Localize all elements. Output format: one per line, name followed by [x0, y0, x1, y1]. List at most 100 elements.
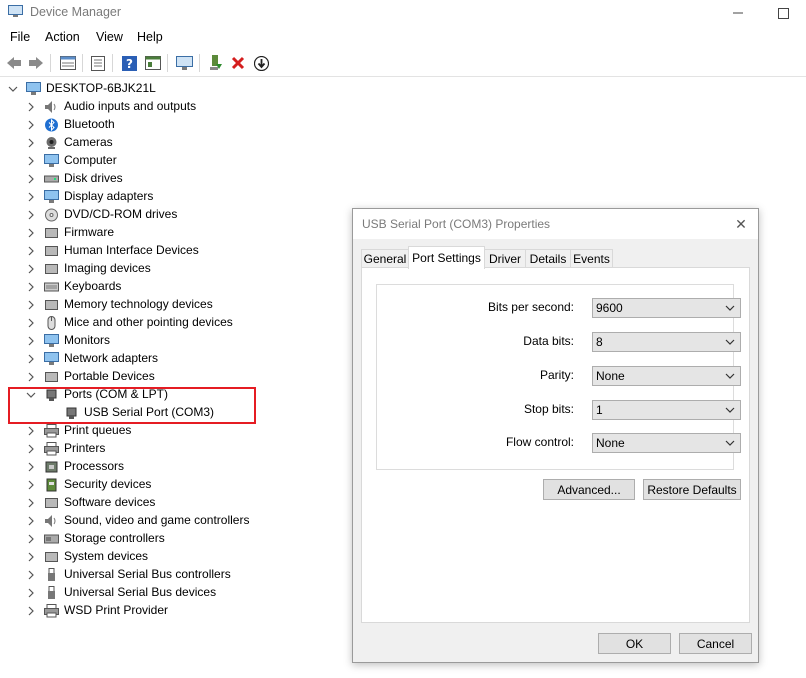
tree-category[interactable]: Bluetooth: [0, 116, 330, 134]
tree-category[interactable]: System devices: [0, 548, 330, 566]
chevron-right-icon[interactable]: [26, 498, 36, 508]
back-button[interactable]: [4, 53, 24, 73]
tree-category[interactable]: Network adapters: [0, 350, 330, 368]
toolbar: ?: [0, 50, 806, 77]
chevron-right-icon[interactable]: [26, 264, 36, 274]
chevron-right-icon[interactable]: [26, 444, 36, 454]
update-driver-button[interactable]: [206, 53, 226, 73]
tree-category[interactable]: Print queues: [0, 422, 330, 440]
tree-category[interactable]: Sound, video and game controllers: [0, 512, 330, 530]
stop-bits-select[interactable]: 1: [592, 400, 741, 420]
advanced-button[interactable]: Advanced...: [543, 479, 635, 500]
tree-category[interactable]: Disk drives: [0, 170, 330, 188]
chevron-right-icon[interactable]: [26, 372, 36, 382]
chevron-right-icon[interactable]: [26, 606, 36, 616]
uninstall-button[interactable]: [228, 53, 248, 73]
tree-category[interactable]: Processors: [0, 458, 330, 476]
ok-button[interactable]: OK: [598, 633, 671, 654]
chevron-right-icon[interactable]: [26, 534, 36, 544]
chevron-right-icon[interactable]: [26, 246, 36, 256]
help-button[interactable]: ?: [119, 53, 139, 73]
dialog-title-bar: USB Serial Port (COM3) Properties ✕: [353, 209, 758, 239]
storage-icon: [44, 532, 59, 546]
chevron-right-icon[interactable]: [26, 138, 36, 148]
flow-control-select[interactable]: None: [592, 433, 741, 453]
chevron-right-icon[interactable]: [26, 426, 36, 436]
menu-action[interactable]: Action: [45, 30, 80, 44]
chevron-right-icon[interactable]: [26, 120, 36, 130]
chevron-down-icon[interactable]: [8, 84, 18, 94]
tab-driver[interactable]: Driver: [484, 249, 526, 267]
chevron-right-icon[interactable]: [26, 156, 36, 166]
tree-category[interactable]: Mice and other pointing devices: [0, 314, 330, 332]
chevron-right-icon[interactable]: [26, 588, 36, 598]
chevron-right-icon[interactable]: [26, 102, 36, 112]
tree-category[interactable]: Firmware: [0, 224, 330, 242]
memory-icon: [44, 298, 59, 312]
download-icon: [253, 55, 269, 71]
tree-category[interactable]: Universal Serial Bus devices: [0, 584, 330, 602]
chevron-right-icon[interactable]: [26, 318, 36, 328]
chevron-right-icon[interactable]: [26, 174, 36, 184]
tree-category[interactable]: Security devices: [0, 476, 330, 494]
chevron-right-icon[interactable]: [26, 480, 36, 490]
tree-category[interactable]: Human Interface Devices: [0, 242, 330, 260]
chevron-right-icon[interactable]: [26, 300, 36, 310]
tree-category[interactable]: Printers: [0, 440, 330, 458]
menu-file[interactable]: File: [10, 30, 30, 44]
tree-category[interactable]: Cameras: [0, 134, 330, 152]
chevron-right-icon[interactable]: [26, 354, 36, 364]
tree-category[interactable]: Storage controllers: [0, 530, 330, 548]
restore-defaults-button[interactable]: Restore Defaults: [643, 479, 741, 500]
console-button[interactable]: [88, 53, 108, 73]
details-button[interactable]: [143, 53, 163, 73]
parity-select[interactable]: None: [592, 366, 741, 386]
menu-view[interactable]: View: [96, 30, 123, 44]
chevron-right-icon[interactable]: [26, 552, 36, 562]
tree-item-label: Storage controllers: [64, 531, 165, 545]
tree-category[interactable]: Display adapters: [0, 188, 330, 206]
menu-help[interactable]: Help: [137, 30, 163, 44]
chevron-right-icon[interactable]: [26, 228, 36, 238]
bits-per-second-select[interactable]: 9600: [592, 298, 741, 318]
tree-category[interactable]: WSD Print Provider: [0, 602, 330, 620]
dialog-close-button[interactable]: ✕: [730, 213, 752, 235]
tab-port-settings[interactable]: Port Settings: [408, 246, 485, 269]
enable-device-button[interactable]: [251, 53, 271, 73]
printer-icon: [44, 442, 59, 456]
tab-details[interactable]: Details: [525, 249, 571, 267]
tree-category[interactable]: DVD/CD-ROM drives: [0, 206, 330, 224]
tree-category[interactable]: Memory technology devices: [0, 296, 330, 314]
tree-category[interactable]: Computer: [0, 152, 330, 170]
tab-general[interactable]: General: [361, 249, 409, 267]
chevron-right-icon[interactable]: [26, 282, 36, 292]
properties-grid-button[interactable]: [58, 53, 78, 73]
tree-category[interactable]: Software devices: [0, 494, 330, 512]
scan-hardware-button[interactable]: [174, 53, 194, 73]
tree-item-label: Universal Serial Bus devices: [64, 585, 217, 599]
device-manager-icon: [8, 5, 23, 17]
print-queue-icon: [44, 424, 59, 438]
tree-category[interactable]: Portable Devices: [0, 368, 330, 386]
chevron-right-icon[interactable]: [26, 210, 36, 220]
chevron-right-icon[interactable]: [26, 516, 36, 526]
chevron-right-icon[interactable]: [26, 192, 36, 202]
tab-events[interactable]: Events: [570, 249, 613, 267]
tree-category[interactable]: Keyboards: [0, 278, 330, 296]
tree-root[interactable]: DESKTOP-6BJK21L: [0, 80, 330, 98]
data-bits-select[interactable]: 8: [592, 332, 741, 352]
tree-item-label: Printers: [64, 441, 106, 455]
cancel-button[interactable]: Cancel: [679, 633, 752, 654]
forward-button[interactable]: [26, 53, 46, 73]
chevron-right-icon[interactable]: [26, 462, 36, 472]
chevron-right-icon[interactable]: [26, 570, 36, 580]
maximize-button[interactable]: [763, 0, 803, 26]
chevron-right-icon[interactable]: [26, 336, 36, 346]
tree-category[interactable]: Audio inputs and outputs: [0, 98, 330, 116]
tree-category[interactable]: Universal Serial Bus controllers: [0, 566, 330, 584]
uninstall-icon: [231, 56, 245, 70]
properties-dialog: USB Serial Port (COM3) Properties ✕ Gene…: [352, 208, 759, 663]
minimize-button[interactable]: [718, 0, 758, 26]
tree-category[interactable]: Monitors: [0, 332, 330, 350]
tree-category[interactable]: Imaging devices: [0, 260, 330, 278]
